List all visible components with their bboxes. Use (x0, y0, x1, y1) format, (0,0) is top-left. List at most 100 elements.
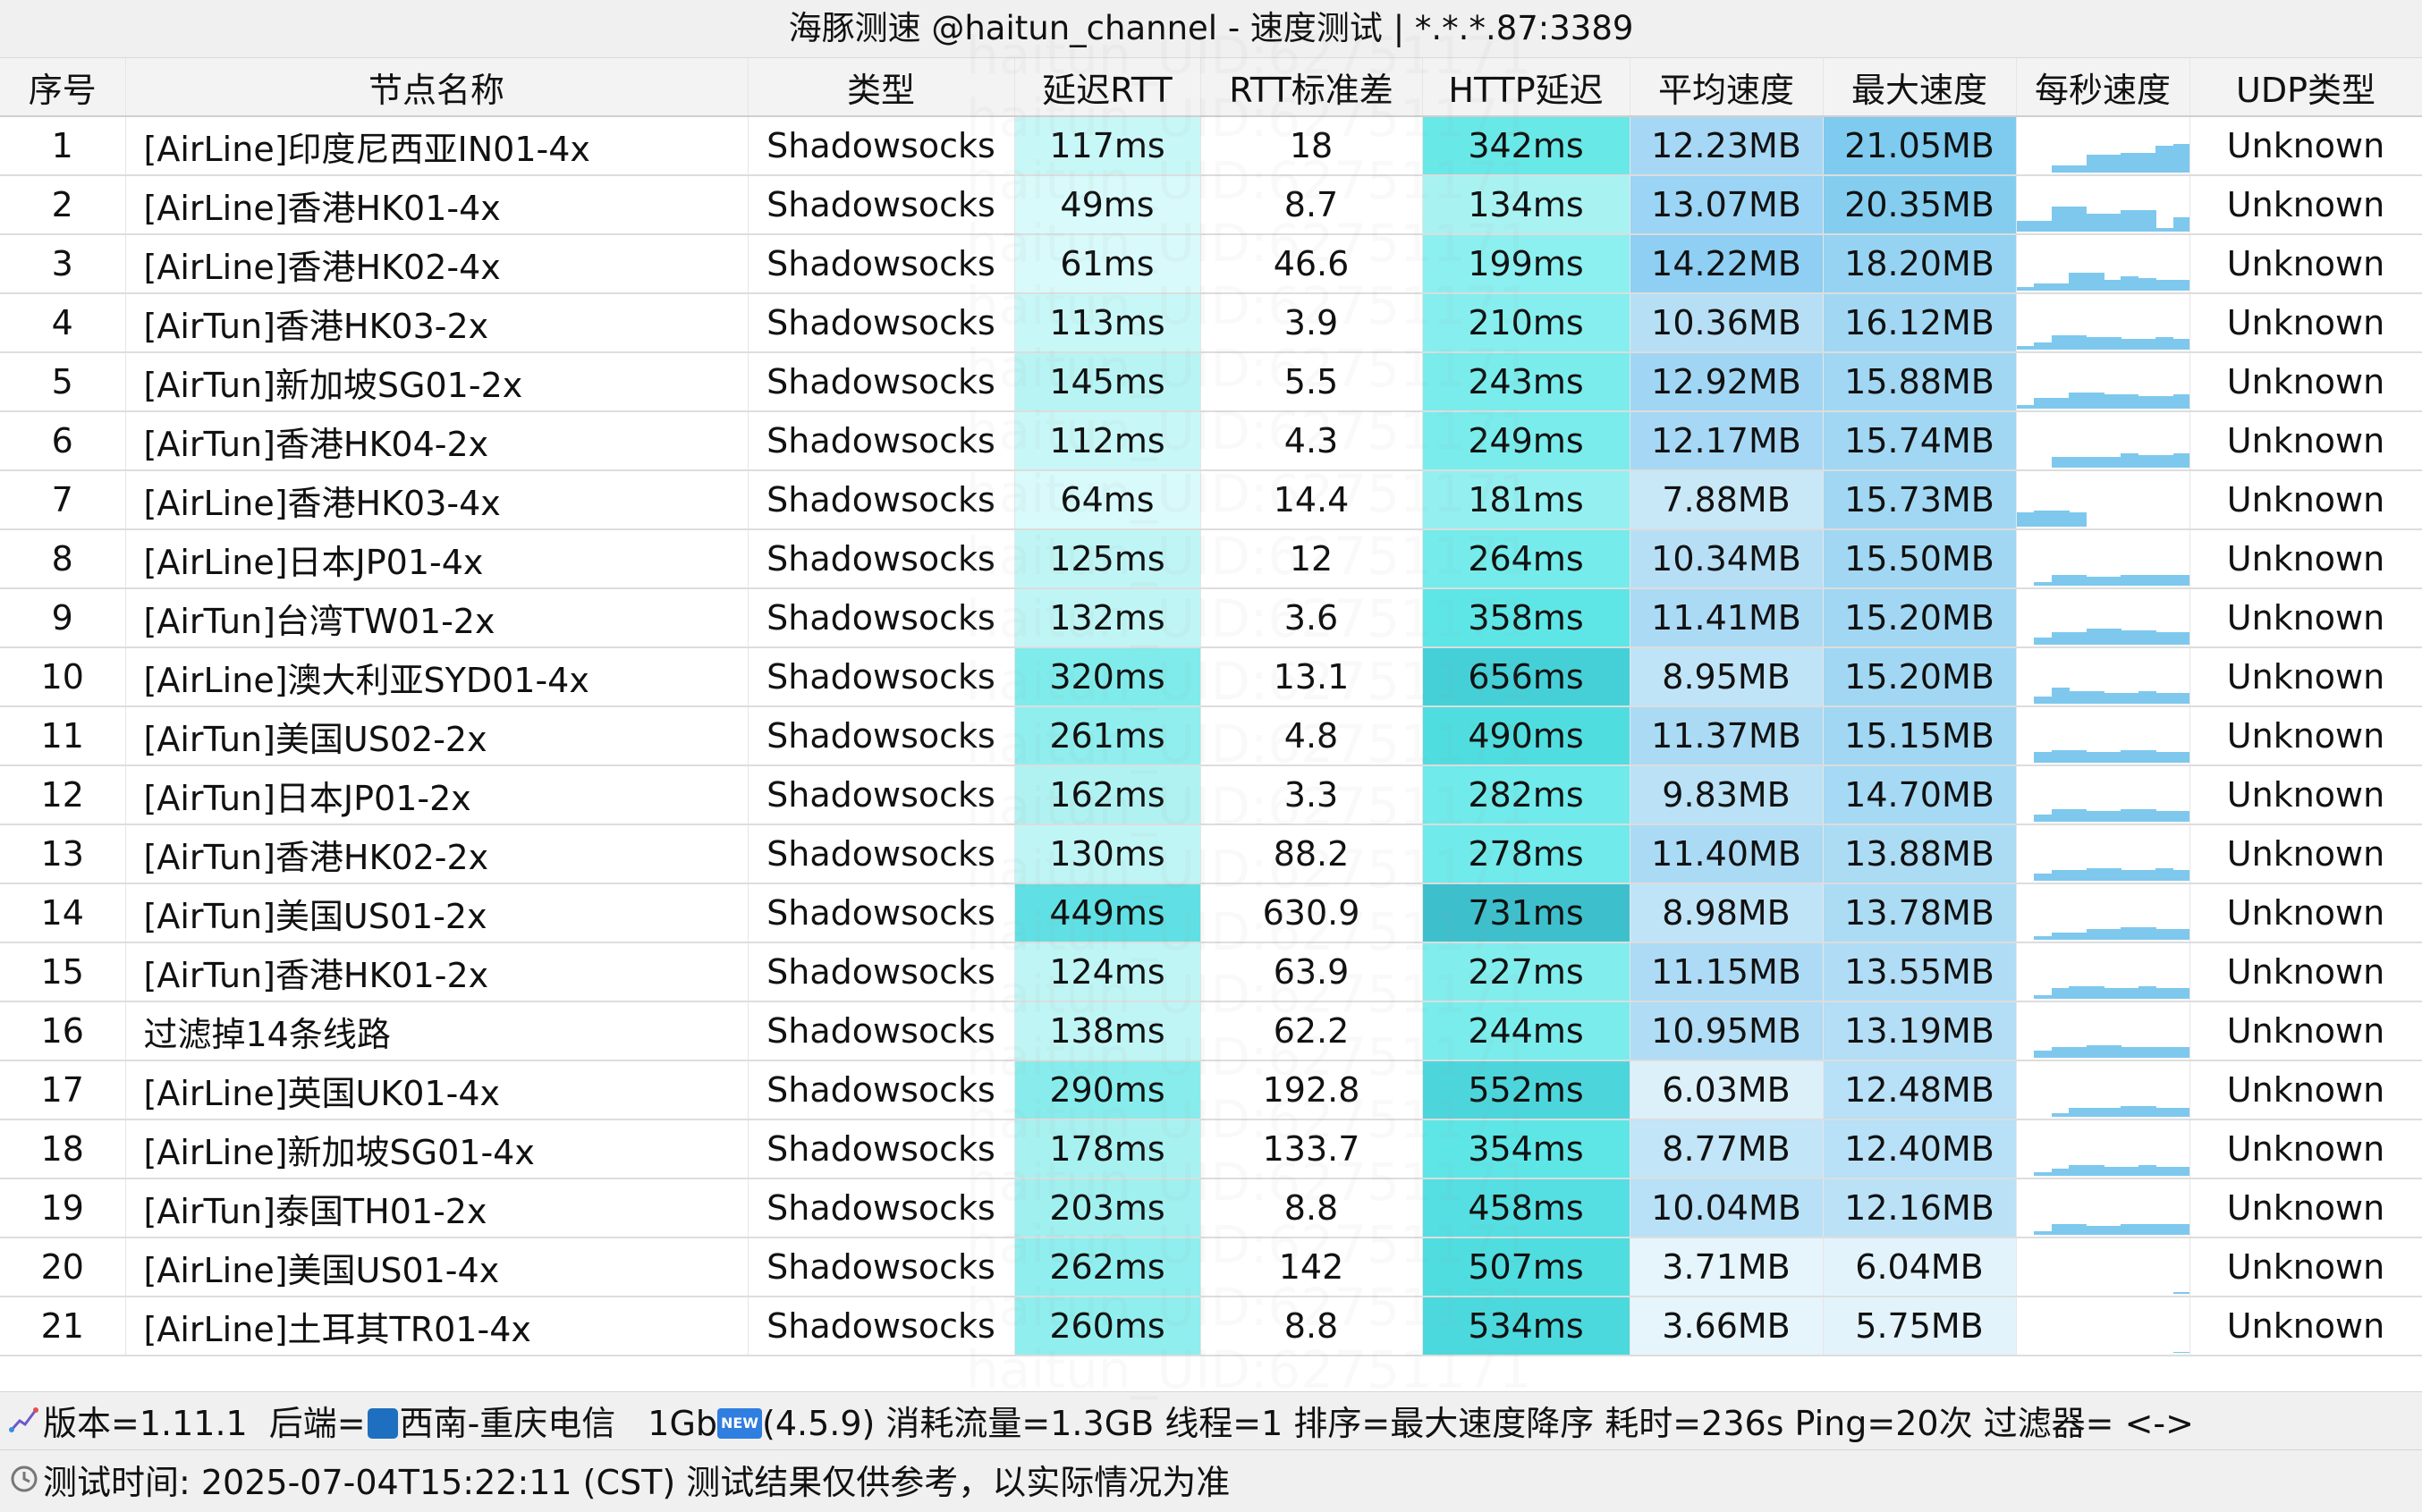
col-header-per-second-speed[interactable]: 每秒速度 (2016, 58, 2190, 117)
cell-rtt: 320ms (1014, 647, 1201, 707)
cell-idx: 11 (0, 706, 126, 766)
table-row[interactable]: 19 [AirTun]泰国TH01-2x Shadowsocks 203ms 8.8 45… (0, 1178, 2422, 1238)
speed-bar (2051, 933, 2070, 940)
cell-rtt: 261ms (1014, 706, 1201, 766)
speed-bar (2120, 809, 2138, 822)
col-header-udp-type[interactable]: UDP类型 (2189, 58, 2422, 117)
cell-avg: 14.22MB (1630, 234, 1824, 294)
table-row[interactable]: 2 [AirLine]香港HK01-4x Shadowsocks 49ms 8.7 134… (0, 175, 2422, 235)
cell-per-second-speed (2016, 529, 2190, 589)
speed-bar (2068, 1047, 2087, 1058)
cell-idx: 12 (0, 765, 126, 825)
speed-bar (2103, 1226, 2121, 1235)
speed-bar (2033, 283, 2052, 291)
table-row[interactable]: 9 [AirTun]台湾TW01-2x Shadowsocks 132ms 3.6 358… (0, 588, 2422, 648)
speed-bar (2138, 1047, 2156, 1058)
speed-bar (2172, 929, 2189, 940)
speed-bar (2138, 1165, 2156, 1176)
speed-bar (2155, 868, 2173, 881)
table-row[interactable]: 7 [AirLine]香港HK03-4x Shadowsocks 64ms 14.4 18… (0, 470, 2422, 530)
table-row[interactable]: 5 [AirTun]新加坡SG01-2x Shadowsocks 145ms 5.5 24… (0, 352, 2422, 412)
table-row[interactable]: 17 [AirLine]英国UK01-4x Shadowsocks 290ms 192.… (0, 1060, 2422, 1120)
table-row[interactable]: 15 [AirTun]香港HK01-2x Shadowsocks 124ms 63.9 2… (0, 942, 2422, 1002)
cell-per-second-speed (2016, 116, 2190, 176)
cell-per-second-speed (2016, 706, 2190, 766)
cell-std: 8.8 (1200, 1297, 1423, 1356)
cell-http: 534ms (1422, 1297, 1630, 1356)
window-title: 海豚测速 @haitun_channel - 速度测试 | *.*.*.87:3… (0, 0, 2422, 58)
cell-max: 5.75MB (1823, 1297, 2017, 1356)
speed-sparkline (2172, 1292, 2189, 1294)
table-row[interactable]: 11 [AirTun]美国US02-2x Shadowsocks 261ms 4.8 49… (0, 706, 2422, 766)
speed-bar (2068, 1165, 2087, 1176)
cell-avg: 10.95MB (1630, 1001, 1824, 1061)
table-row[interactable]: 14 [AirTun]美国US01-2x Shadowsocks 449ms 630.9… (0, 883, 2422, 943)
speed-bar (2155, 575, 2173, 586)
cell-avg: 9.83MB (1630, 765, 1824, 825)
speed-bar (2086, 1108, 2104, 1117)
speed-bar (2051, 283, 2070, 291)
cell-udp: Unknown (2189, 883, 2422, 943)
cell-max: 15.20MB (1823, 647, 2017, 707)
speed-bar (2086, 337, 2104, 350)
col-header-avg-speed[interactable]: 平均速度 (1630, 58, 1824, 117)
table-row[interactable]: 3 [AirLine]香港HK02-4x Shadowsocks 61ms 46.6 19… (0, 234, 2422, 294)
speed-bar (2033, 874, 2052, 881)
table-row[interactable]: 18 [AirLine]新加坡SG01-4x Shadowsocks 178ms 133… (0, 1119, 2422, 1179)
cell-idx: 17 (0, 1060, 126, 1120)
speed-bar (2138, 153, 2156, 173)
speed-bar (2086, 577, 2104, 586)
speed-bar (2051, 688, 2070, 704)
cell-idx: 6 (0, 411, 126, 471)
speed-bar (2051, 809, 2070, 822)
cell-std: 3.6 (1200, 588, 1423, 648)
table-row[interactable]: 20 [AirLine]美国US01-4x Shadowsocks 262ms 142 5… (0, 1237, 2422, 1297)
speed-bar (2033, 638, 2052, 645)
speed-bar (2051, 335, 2070, 350)
table-row[interactable]: 1 [AirLine]印度尼西亚IN01-4x Shadowsocks 117ms 18… (0, 116, 2422, 176)
table-row[interactable]: 6 [AirTun]香港HK04-2x Shadowsocks 112ms 4.3 249… (0, 411, 2422, 471)
cell-per-second-speed (2016, 1001, 2190, 1061)
cell-per-second-speed (2016, 942, 2190, 1002)
table-row[interactable]: 4 [AirTun]香港HK03-2x Shadowsocks 113ms 3.9 210… (0, 293, 2422, 353)
cell-udp: Unknown (2189, 706, 2422, 766)
table-row[interactable]: 16 过滤掉14条线路 Shadowsocks 138ms 62.2 244ms 10.95… (0, 1001, 2422, 1061)
col-header-http-latency[interactable]: HTTP延迟 (1422, 58, 1630, 117)
col-header-index[interactable]: 序号 (0, 58, 126, 117)
cell-http: 458ms (1422, 1178, 1630, 1238)
cell-idx: 21 (0, 1297, 126, 1356)
speed-bar (2120, 210, 2138, 232)
col-header-rtt[interactable]: 延迟RTT (1014, 58, 1201, 117)
cell-udp: Unknown (2189, 1297, 2422, 1356)
cell-udp: Unknown (2189, 234, 2422, 294)
cell-udp: Unknown (2189, 411, 2422, 471)
cell-max: 12.48MB (1823, 1060, 2017, 1120)
table-row[interactable]: 8 [AirLine]日本JP01-4x Shadowsocks 125ms 12 264… (0, 529, 2422, 589)
col-header-max-speed[interactable]: 最大速度 (1823, 58, 2017, 117)
speed-sparkline (2033, 1165, 2189, 1176)
table-row[interactable]: 13 [AirTun]香港HK02-2x Shadowsocks 130ms 88.2 2… (0, 824, 2422, 884)
table-row[interactable]: 10 [AirLine]澳大利亚SYD01-4x Shadowsocks 320ms 1… (0, 647, 2422, 707)
speed-bar (2155, 752, 2173, 763)
col-header-rtt-stddev[interactable]: RTT标准差 (1200, 58, 1423, 117)
col-header-type[interactable]: 类型 (748, 58, 1015, 117)
cell-http: 490ms (1422, 706, 1630, 766)
cell-udp: Unknown (2189, 1001, 2422, 1061)
speed-bar (2120, 1167, 2138, 1176)
speed-bar (2155, 280, 2173, 291)
col-header-node-name[interactable]: 节点名称 (125, 58, 749, 117)
cell-type: Shadowsocks (748, 1237, 1015, 1297)
speed-sparkline (2033, 575, 2189, 586)
speed-bar (2155, 146, 2173, 173)
table-row[interactable]: 21 [AirLine]土耳其TR01-4x Shadowsocks 260ms 8.8… (0, 1297, 2422, 1356)
cell-std: 3.9 (1200, 293, 1423, 353)
cell-per-second-speed (2016, 293, 2190, 353)
speed-bar (2033, 936, 2052, 940)
cell-name: [AirLine]香港HK01-4x (125, 175, 749, 235)
cell-idx: 14 (0, 883, 126, 943)
cell-type: Shadowsocks (748, 765, 1015, 825)
speed-sparkline (2033, 809, 2189, 822)
cell-per-second-speed (2016, 1237, 2190, 1297)
bandwidth-label: 1Gb (648, 1403, 718, 1443)
table-row[interactable]: 12 [AirTun]日本JP01-2x Shadowsocks 162ms 3.3 28… (0, 765, 2422, 825)
